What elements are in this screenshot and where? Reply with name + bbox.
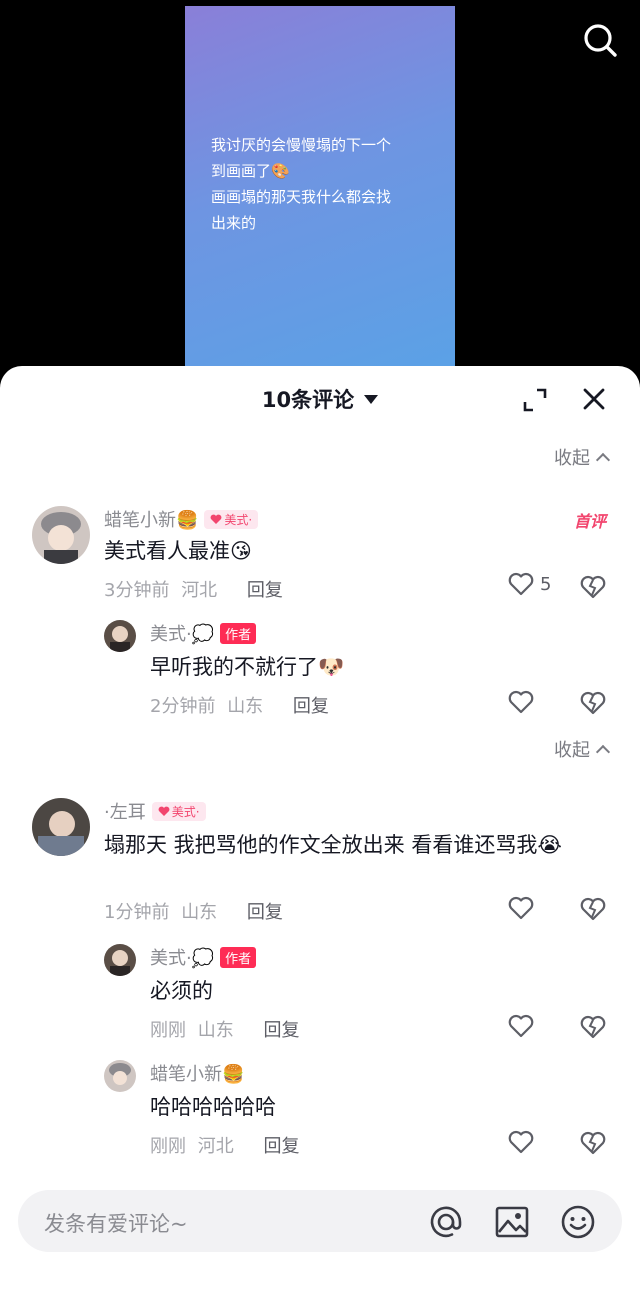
avatar[interactable] [104,1060,136,1092]
dislike-icon[interactable] [580,690,606,716]
heart-outline-icon [508,1014,534,1038]
reply-button[interactable]: 回复 [263,1020,299,1041]
mention-icon[interactable] [428,1204,464,1240]
username-text: 美式·💭 [150,624,215,645]
reply-location: 山东 [227,696,264,717]
heart-outline-icon [508,572,534,596]
username-text: 蜡笔小新🍔 [104,510,199,531]
caret-down-icon [364,394,379,404]
like-button[interactable] [508,690,534,714]
comment-time: 3分钟前 [104,580,170,601]
sheet-header: 10条评论 [0,366,640,430]
reply-time: 刚刚 [150,1136,186,1157]
username-text: 蜡笔小新🍔 [150,1064,245,1085]
reply-button[interactable]: 回复 [247,902,283,923]
first-comment-tag: 首评 [573,512,606,531]
comment-time: 1分钟前 [104,902,170,923]
reply-username[interactable]: 蜡笔小新🍔 [150,1060,244,1086]
collapse-label: 收起 [554,448,590,469]
avatar[interactable] [104,620,136,652]
chevron-up-icon [595,452,611,468]
emoji-icon[interactable] [560,1204,596,1240]
comment-username[interactable]: ·左耳 美式· [104,798,206,824]
comment-meta: 3分钟前 河北 回复 [104,576,283,602]
reply-button[interactable]: 回复 [263,1136,299,1157]
fan-badge-label: 美式· [224,512,253,527]
dislike-icon[interactable] [580,1130,606,1156]
caption-line: 我讨厌的会慢慢塌的下一个 [211,136,392,154]
author-tag: 作者 [220,622,257,644]
caption-line: 到画画了🎨 [211,162,290,180]
comment-meta: 1分钟前 山东 回复 [104,898,283,924]
expand-icon[interactable] [521,386,549,414]
video-area[interactable]: 我讨厌的会慢慢塌的下一个 到画画了🎨 画画塌的那天我什么都会找 出来的 [0,0,640,380]
reply-button[interactable]: 回复 [247,580,283,601]
caption-line: 出来的 [211,214,257,232]
heart-icon [158,806,170,816]
comment-count-label: 10条评论 [261,388,355,412]
reply-username[interactable]: 美式·💭 作者 [150,620,257,646]
reply-location: 山东 [197,1020,234,1041]
dislike-icon[interactable] [580,574,606,600]
reply-username[interactable]: 美式·💭 作者 [150,944,257,970]
heart-outline-icon [508,1130,534,1154]
fan-badge: 美式· [204,509,259,529]
reply-text[interactable]: 哈哈哈哈哈哈 [150,1090,276,1124]
avatar[interactable] [32,506,90,564]
comment-text[interactable]: 美式看人最准😘 [104,534,252,568]
username-text: 美式·💭 [150,948,215,969]
username-text: ·左耳 [104,802,146,823]
close-icon[interactable] [581,386,607,412]
comment-sheet: 10条评论 收起 蜡笔小新🍔 美式· 首评 美式看人最准😘 3分钟前 河北 回复… [0,366,640,1312]
comment-location: 河北 [181,580,218,601]
caption-line: 画画塌的那天我什么都会找 [211,188,392,206]
dislike-icon[interactable] [580,1014,606,1040]
reply-button[interactable]: 回复 [293,696,329,717]
collapse-label: 收起 [554,740,590,761]
reply-time: 刚刚 [150,1020,186,1041]
reply-meta: 2分钟前 山东 回复 [150,692,329,718]
video-caption: 我讨厌的会慢慢塌的下一个 到画画了🎨 画画塌的那天我什么都会找 出来的 [211,132,441,236]
reply-location: 河北 [197,1136,234,1157]
author-tag: 作者 [220,946,257,968]
fan-badge-label: 美式· [171,804,200,819]
reply-text[interactable]: 必须的 [150,974,213,1008]
avatar[interactable] [32,798,90,856]
comment-input-placeholder[interactable]: 发条有爱评论~ [44,1208,188,1238]
dislike-icon[interactable] [580,896,606,922]
avatar[interactable] [104,944,136,976]
like-count: 5 [540,573,552,595]
video-card[interactable]: 我讨厌的会慢慢塌的下一个 到画画了🎨 画画塌的那天我什么都会找 出来的 [185,6,455,380]
heart-outline-icon [508,690,534,714]
reply-text[interactable]: 早听我的不就行了🐶 [150,650,344,684]
comment-input-bar[interactable]: 发条有爱评论~ [18,1190,622,1252]
fan-badge: 美式· [151,801,206,821]
chevron-up-icon [595,744,611,760]
like-button[interactable] [508,896,534,920]
like-button[interactable] [508,1014,534,1038]
reply-meta: 刚刚 山东 回复 [150,1016,299,1042]
reply-time: 2分钟前 [150,696,216,717]
reply-meta: 刚刚 河北 回复 [150,1132,299,1158]
comment-location: 山东 [181,902,218,923]
collapse-button[interactable]: 收起 [554,444,611,470]
search-icon[interactable] [582,22,618,58]
image-icon[interactable] [494,1204,530,1240]
collapse-button[interactable]: 收起 [554,736,611,762]
like-button[interactable] [508,1130,534,1154]
heart-outline-icon [508,896,534,920]
comment-username[interactable]: 蜡笔小新🍔 美式· [104,506,259,532]
comment-text[interactable]: 塌那天 我把骂他的作文全放出来 看看谁还骂我😭 [104,828,604,862]
like-button[interactable]: 5 [508,572,551,596]
heart-icon [211,514,222,524]
